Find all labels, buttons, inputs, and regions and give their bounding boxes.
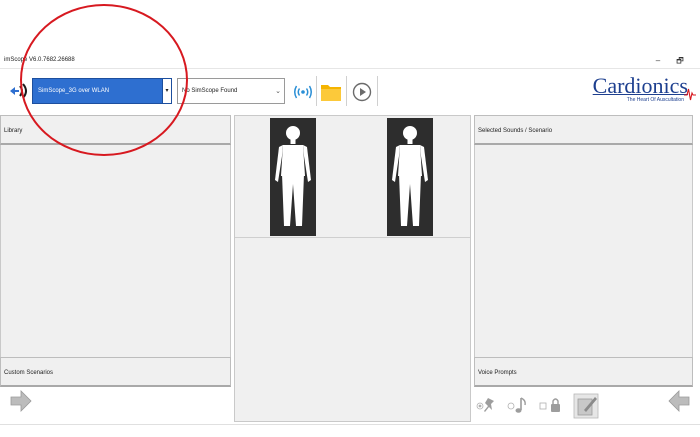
arrow-right-icon[interactable] — [10, 390, 32, 412]
folder-icon[interactable] — [320, 82, 342, 102]
library-header[interactable]: Library — [0, 115, 231, 145]
playback-options — [476, 393, 599, 419]
radio-note[interactable] — [507, 402, 515, 410]
toolbar-separator — [316, 76, 317, 106]
pushpin-icon — [484, 398, 494, 412]
window-title: imScope V6.0.7682.26688 — [4, 57, 75, 63]
music-note-icon — [515, 397, 526, 413]
device-select-value: No SimScope Found — [182, 88, 238, 94]
voice-prompts-header[interactable]: Voice Prompts — [474, 357, 693, 387]
human-figure-back-icon — [392, 126, 428, 226]
connection-select[interactable]: SimScope_3G over WLAN ▾ — [32, 78, 172, 104]
edit-note-button[interactable] — [573, 393, 599, 419]
title-bar — [0, 55, 700, 67]
lock-checkbox[interactable] — [539, 402, 547, 410]
human-figure-front-icon — [275, 126, 311, 226]
selected-sounds-label: Selected Sounds / Scenario — [478, 128, 553, 134]
custom-scenarios-header[interactable]: Custom Scenarios — [0, 357, 231, 387]
arrow-left-icon[interactable] — [668, 390, 690, 412]
center-divider — [235, 237, 470, 238]
body-front-view[interactable] — [270, 118, 316, 236]
chevron-down-icon[interactable]: ▾ — [162, 79, 171, 103]
library-panel — [0, 115, 231, 386]
toolbar-separator — [377, 76, 378, 106]
logo-name: Cardionics — [592, 73, 688, 98]
back-connect-icon[interactable] — [8, 82, 30, 100]
library-label: Library — [4, 128, 23, 134]
body-back-view[interactable] — [387, 118, 433, 236]
logo-tagline: The Heart Of Auscultation — [626, 97, 684, 103]
restore-button[interactable]: 🗗 — [674, 56, 686, 66]
status-bar — [0, 424, 700, 437]
connection-select-value: SimScope_3G over WLAN — [38, 88, 110, 94]
radio-pin[interactable] — [476, 402, 484, 410]
minimize-button[interactable]: – — [652, 56, 664, 66]
voice-prompts-label: Voice Prompts — [478, 370, 517, 376]
lock-icon — [551, 398, 560, 412]
toolbar-separator — [346, 76, 347, 106]
play-icon[interactable] — [352, 82, 372, 102]
heartbeat-icon — [684, 88, 696, 101]
selected-sounds-panel — [474, 115, 693, 386]
chevron-down-icon[interactable]: ⌄ — [275, 87, 281, 95]
device-select[interactable]: No SimScope Found ⌄ — [177, 78, 285, 104]
cardionics-logo: Cardionics The Heart Of Auscultation — [578, 73, 696, 109]
wireless-icon[interactable] — [292, 83, 314, 101]
custom-scenarios-label: Custom Scenarios — [4, 370, 54, 376]
selected-sounds-header[interactable]: Selected Sounds / Scenario — [474, 115, 693, 145]
